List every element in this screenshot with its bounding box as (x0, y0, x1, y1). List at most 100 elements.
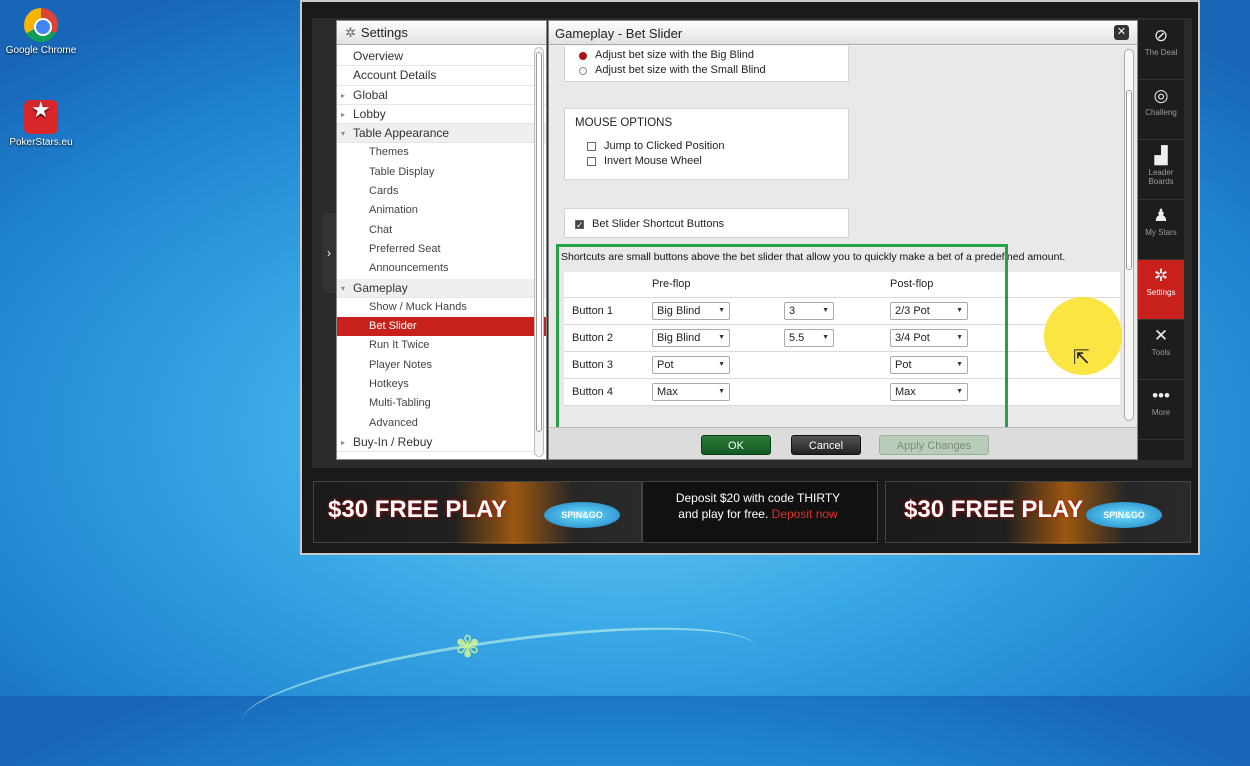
sidebar-label: More (1151, 408, 1171, 417)
collapse-tab[interactable]: › (322, 213, 336, 293)
nav-item[interactable]: Chat (337, 221, 546, 240)
pokerstars-window: › ✲ Settings Overview Account Details ▸ Glo… (300, 0, 1200, 555)
sidebar-challenge-button[interactable]: ◎ Challeng (1138, 80, 1184, 140)
promo-text: Deposit $20 with code THIRTY and play fo… (653, 490, 863, 522)
nav-item-label: Multi-Tabling (369, 397, 431, 410)
promo-banner-middle[interactable]: Deposit $20 with code THIRTY and play fo… (642, 481, 878, 543)
apply-changes-button[interactable]: Apply Changes (879, 435, 989, 455)
free-play-text: $30 FREE PLAY (328, 496, 508, 523)
shortcut-toggle-card: ✓ Bet Slider Shortcut Buttons (564, 208, 849, 238)
invert-checkbox[interactable]: Invert Mouse Wheel (575, 154, 838, 169)
sidebar-label: Challeng (1145, 108, 1177, 117)
close-button[interactable]: ✕ (1114, 25, 1129, 40)
deposit-link[interactable]: Deposit now (772, 507, 838, 521)
nav-item[interactable]: Hotkeys (337, 375, 546, 394)
settings-header: ✲ Settings (337, 21, 546, 45)
sidebar-more-button[interactable]: ••• More (1138, 380, 1184, 440)
nav-item[interactable]: Multi-Tabling (337, 394, 546, 413)
panel-title: Gameplay - Bet Slider (555, 26, 683, 41)
promo-line-1: Deposit $20 with code THIRTY (675, 491, 841, 505)
bet-size-card: Adjust bet size with the Big Blind Adjus… (564, 46, 849, 82)
nav-item[interactable]: ▾ Table Appearance (337, 124, 546, 144)
cancel-button[interactable]: Cancel (791, 435, 861, 455)
nav-item-label: Account Details (353, 68, 437, 83)
deal-icon: ⊘ (1153, 26, 1169, 45)
sidebar-label: The Deal (1144, 48, 1178, 57)
sidebar-gear-button[interactable]: ✲ Settings (1138, 260, 1184, 320)
nav-item[interactable]: Announcements (337, 259, 546, 278)
nav-item-label: Buy-In / Rebuy (353, 434, 433, 449)
wallpaper-swoosh (236, 604, 764, 766)
radio-small-blind[interactable]: Adjust bet size with the Small Blind (579, 63, 834, 78)
more-icon: ••• (1152, 386, 1170, 405)
tools-icon: ✕ (1153, 326, 1169, 345)
nav-item[interactable]: ▾ Gameplay (337, 278, 546, 298)
sidebar-star-button[interactable]: ♟ My Stars (1138, 200, 1184, 260)
radio-big-blind[interactable]: Adjust bet size with the Big Blind (579, 48, 834, 63)
bet-slider-panel: Gameplay - Bet Slider ✕ Adjust bet size … (548, 20, 1138, 460)
shortcut-checkbox[interactable]: ✓ Bet Slider Shortcut Buttons (575, 217, 838, 232)
sidebar-deal-button[interactable]: ⊘ The Deal (1138, 20, 1184, 80)
nav-item[interactable]: Overview (337, 47, 546, 67)
nav-item[interactable]: ▸ Buy-In / Rebuy (337, 433, 546, 453)
nav-item[interactable]: ▸ Lobby (337, 105, 546, 125)
sidebar-label: Leader Boards (1148, 168, 1174, 186)
nav-item-label: Table Appearance (353, 126, 450, 141)
gear-icon: ✲ (1153, 266, 1169, 285)
nav-item-label: Hotkeys (369, 378, 409, 391)
nav-item-label: Preferred Seat (369, 242, 441, 255)
highlight-box (556, 244, 1008, 428)
collapsed-arrow-icon: ▸ (341, 109, 346, 119)
jump-checkbox[interactable]: Jump to Clicked Position (575, 139, 838, 154)
nav-item[interactable]: Account Details (337, 66, 546, 86)
panel-header: Gameplay - Bet Slider ✕ (549, 21, 1137, 45)
nav-item[interactable]: Show / Muck Hands (337, 298, 546, 317)
sidebar-tools-button[interactable]: ✕ Tools (1138, 320, 1184, 380)
mouse-cursor-icon: ⇱ (1073, 347, 1090, 369)
radio-icon (579, 66, 587, 75)
nav-item-label: Cards (369, 185, 399, 198)
nav-item[interactable]: Bet Slider (337, 317, 546, 337)
nav-item[interactable]: Themes (337, 143, 546, 162)
pokerstars-shortcut[interactable]: PokerStars.eu (2, 100, 80, 148)
checkbox-checked-icon: ✓ (575, 220, 584, 230)
nav-item-label: Gameplay (353, 280, 408, 295)
button-bar: OK Cancel Apply Changes (549, 427, 1137, 459)
nav-item-label: Run It Twice (369, 339, 430, 352)
nav-item[interactable]: ▸ Global (337, 86, 546, 105)
nav-item[interactable]: Table Display (337, 163, 546, 182)
gear-icon: ✲ (345, 24, 356, 40)
nav-item[interactable]: Animation (337, 201, 546, 220)
nav-item[interactable]: Preferred Seat (337, 240, 546, 259)
expanded-arrow-icon: ▾ (341, 283, 346, 293)
checkbox-icon (587, 157, 596, 166)
chrome-label: Google Chrome (5, 45, 77, 56)
pokerstars-icon (24, 100, 58, 134)
content-scrollbar[interactable] (1124, 49, 1134, 421)
side-nav: ⊘ The Deal ◎ Challeng ▟ Leader Boards ♟ My Star… (1138, 20, 1184, 460)
promo-banner-right[interactable]: $30 FREE PLAY SPIN&GO (885, 481, 1191, 544)
nav-item[interactable]: Run It Twice (337, 336, 546, 355)
sidebar-label: My Stars (1145, 228, 1177, 237)
nav-item[interactable]: Advanced (337, 414, 546, 433)
chrome-shortcut[interactable]: Google Chrome (2, 8, 80, 56)
spin-go-logo: SPIN&GO (544, 502, 620, 528)
nav-item-label: Chat (369, 223, 393, 236)
panel-content: Adjust bet size with the Big Blind Adjus… (549, 46, 1137, 428)
radio-selected-icon (579, 51, 587, 60)
nav-scrollbar[interactable] (534, 47, 544, 457)
nav-item-label: Bet Slider (369, 320, 417, 333)
nav-item[interactable]: Cards (337, 182, 546, 201)
challenge-icon: ◎ (1153, 86, 1169, 105)
nav-item-label: Advanced (369, 416, 418, 429)
settings-nav: Overview Account Details ▸ Global ▸ Lobby ▾ Tab… (337, 45, 546, 453)
nav-item[interactable]: Player Notes (337, 356, 546, 375)
sidebar-label: Tools (1151, 348, 1171, 357)
ok-button[interactable]: OK (701, 435, 771, 455)
collapsed-arrow-icon: ▸ (341, 437, 346, 447)
nav-item-label: Overview (353, 49, 404, 63)
promo-banner-left[interactable]: $30 FREE PLAY SPIN&GO (313, 481, 642, 544)
nav-item-label: Player Notes (369, 358, 432, 371)
promo-line-2: and play for free. (678, 507, 769, 521)
sidebar-leaderboard-button[interactable]: ▟ Leader Boards (1138, 140, 1184, 200)
